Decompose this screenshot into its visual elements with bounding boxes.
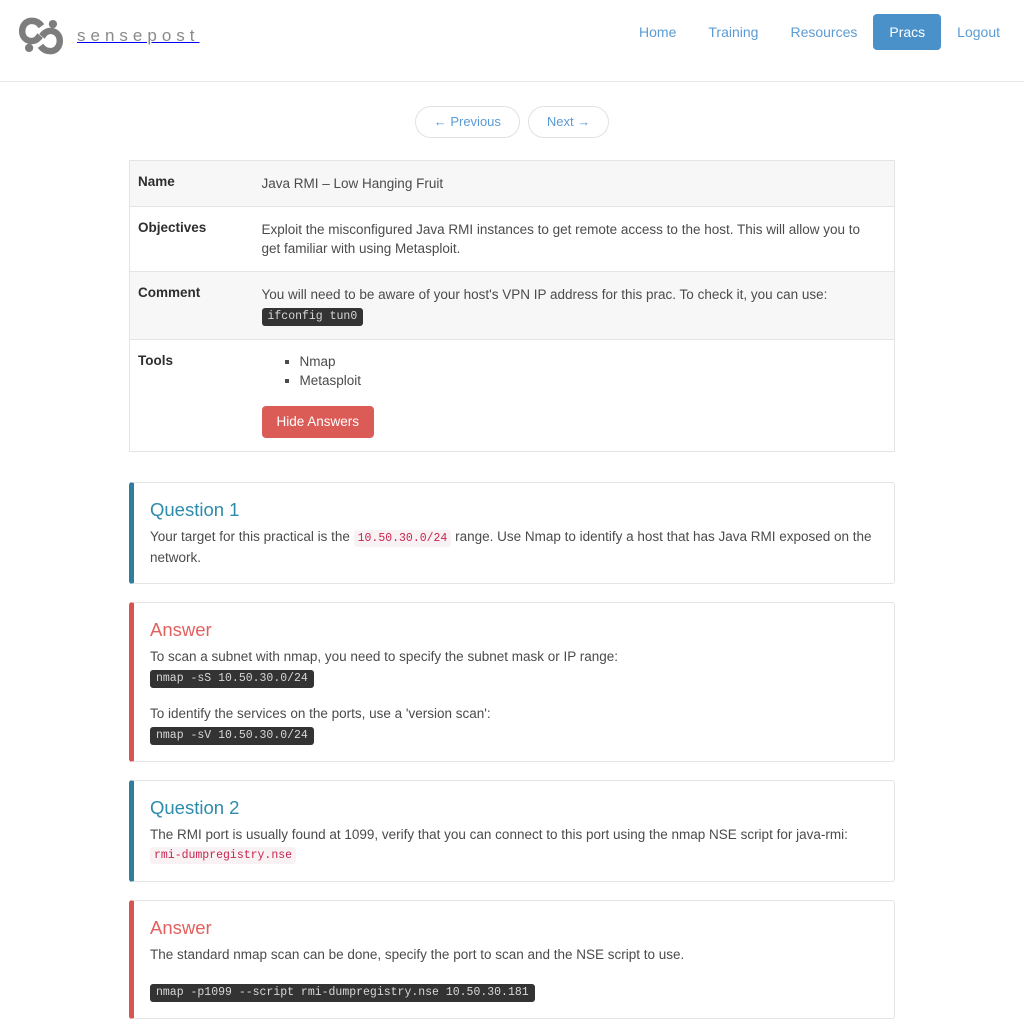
table-row-name: Name Java RMI – Low Hanging Fruit xyxy=(130,161,895,207)
answer-2-line-1: The standard nmap scan can be done, spec… xyxy=(150,945,878,964)
sensepost-infinity-logo xyxy=(18,14,64,58)
question-1-body: Your target for this practical is the 10… xyxy=(150,527,878,567)
nav-item-resources[interactable]: Resources xyxy=(774,14,873,50)
answer-panel-1: Answer To scan a subnet with nmap, you n… xyxy=(129,602,895,762)
nav-item-home[interactable]: Home xyxy=(623,14,692,50)
comment-code-block: ifconfig tun0 xyxy=(262,308,364,326)
spacer xyxy=(150,964,878,980)
row-value-name: Java RMI – Low Hanging Fruit xyxy=(262,161,895,207)
toggle-answers-wrap: Hide Answers xyxy=(262,390,883,438)
question-panel-1: Question 1 Your target for this practica… xyxy=(129,482,895,584)
question-2-body: The RMI port is usually found at 1099, v… xyxy=(150,825,878,865)
row-label-objectives: Objectives xyxy=(130,207,262,272)
table-row-comment: Comment You will need to be aware of you… xyxy=(130,272,895,340)
list-item: Metasploit xyxy=(300,372,883,391)
row-label-tools: Tools xyxy=(130,340,262,452)
comment-text: You will need to be aware of your host's… xyxy=(262,287,828,302)
question-1-text-before: Your target for this practical is the xyxy=(150,529,354,544)
question-2-text-before: The RMI port is usually found at 1099, v… xyxy=(150,827,848,842)
nav-item-logout[interactable]: Logout xyxy=(941,14,1016,50)
answer-panel-2: Answer The standard nmap scan can be don… xyxy=(129,900,895,1019)
hide-answers-button[interactable]: Hide Answers xyxy=(262,406,375,438)
brand-home-link[interactable]: sensepost xyxy=(18,14,200,58)
previous-button[interactable]: ← Previous xyxy=(415,106,520,138)
question-1-title: Question 1 xyxy=(150,499,878,521)
row-label-name: Name xyxy=(130,161,262,207)
next-button[interactable]: Next → xyxy=(528,106,609,138)
answer-1-title: Answer xyxy=(150,619,878,641)
question-panel-2: Question 2 The RMI port is usually found… xyxy=(129,780,895,882)
answer-2-code-block-1: nmap -p1099 --script rmi-dumpregistry.ns… xyxy=(150,984,535,1002)
answer-1-code-block-2: nmap -sV 10.50.30.0/24 xyxy=(150,727,314,745)
nav-item-pracs[interactable]: Pracs xyxy=(873,14,941,50)
row-value-tools: Nmap Metasploit Hide Answers xyxy=(262,340,895,452)
spacer xyxy=(150,688,878,704)
question-2-inline-code: rmi-dumpregistry.nse xyxy=(150,847,296,864)
question-2-title: Question 2 xyxy=(150,797,878,819)
row-label-comment: Comment xyxy=(130,272,262,340)
page-content: ← Previous Next → Name Java RMI – Low Ha… xyxy=(129,82,895,1019)
tools-list: Nmap Metasploit xyxy=(282,353,883,390)
pager: ← Previous Next → xyxy=(129,106,895,138)
answer-1-line-1: To scan a subnet with nmap, you need to … xyxy=(150,647,878,666)
answer-2-title: Answer xyxy=(150,917,878,939)
table-row-objectives: Objectives Exploit the misconfigured Jav… xyxy=(130,207,895,272)
nav-item-training[interactable]: Training xyxy=(692,14,774,50)
answer-1-code-block-1: nmap -sS 10.50.30.0/24 xyxy=(150,670,314,688)
prac-info-table: Name Java RMI – Low Hanging Fruit Object… xyxy=(129,160,895,452)
main-nav: Home Training Resources Pracs Logout xyxy=(623,14,1016,50)
site-header: sensepost Home Training Resources Pracs … xyxy=(0,0,1024,82)
list-item: Nmap xyxy=(300,353,883,372)
table-row-tools: Tools Nmap Metasploit Hide Answers xyxy=(130,340,895,452)
question-1-inline-code: 10.50.30.0/24 xyxy=(354,530,452,547)
row-value-objectives: Exploit the misconfigured Java RMI insta… xyxy=(262,207,895,272)
brand-name: sensepost xyxy=(77,26,200,46)
row-value-comment: You will need to be aware of your host's… xyxy=(262,272,895,340)
answer-1-line-2: To identify the services on the ports, u… xyxy=(150,704,878,723)
